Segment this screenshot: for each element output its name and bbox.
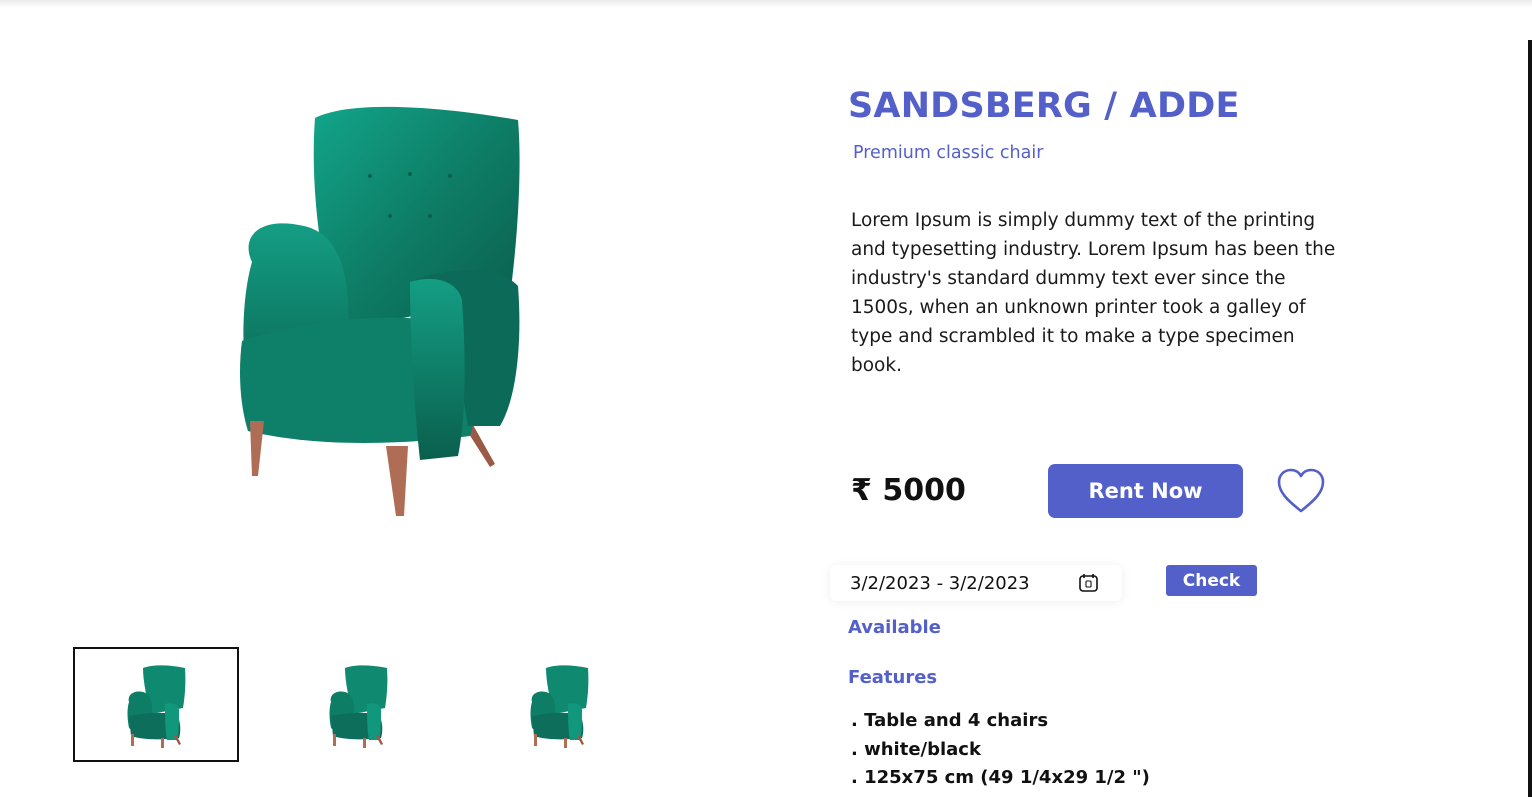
check-availability-button[interactable]: Check [1166, 565, 1257, 596]
thumbnail-2[interactable] [275, 647, 441, 762]
header-shadow [0, 0, 1532, 8]
main-product-image [200, 86, 550, 526]
thumbnail-1[interactable] [73, 647, 239, 762]
wishlist-button[interactable] [1275, 467, 1327, 515]
product-title: SANDSBERG / ADDE [848, 86, 1240, 126]
availability-status: Available [848, 617, 941, 638]
date-range-value: 3/2/2023 - 3/2/2023 [850, 572, 1030, 594]
features-list: . Table and 4 chairs . white/black . 125… [851, 707, 1150, 793]
window-edge [1528, 40, 1532, 797]
product-subtitle: Premium classic chair [853, 143, 1044, 163]
product-detail-page: SANDSBERG / ADDE Premium classic chair L… [0, 0, 1532, 797]
thumbnail-3[interactable] [476, 647, 642, 762]
calendar-icon[interactable] [1078, 573, 1099, 593]
feature-item: . 125x75 cm (49 1/4x29 1/2 ") [851, 767, 1150, 788]
rent-now-button[interactable]: Rent Now [1048, 464, 1243, 518]
features-heading: Features [848, 667, 938, 688]
green-armchair-thumbnail-icon [329, 664, 388, 748]
green-armchair-thumbnail-icon [127, 664, 186, 748]
date-range-picker[interactable]: 3/2/2023 - 3/2/2023 [830, 565, 1122, 601]
heart-icon [1277, 468, 1325, 513]
product-price: ₹ 5000 [851, 473, 966, 508]
green-armchair-thumbnail-icon [530, 664, 589, 748]
product-description: Lorem Ipsum is simply dummy text of the … [851, 210, 1336, 376]
feature-item: . white/black [851, 738, 981, 760]
feature-item: . Table and 4 chairs [851, 710, 1049, 731]
